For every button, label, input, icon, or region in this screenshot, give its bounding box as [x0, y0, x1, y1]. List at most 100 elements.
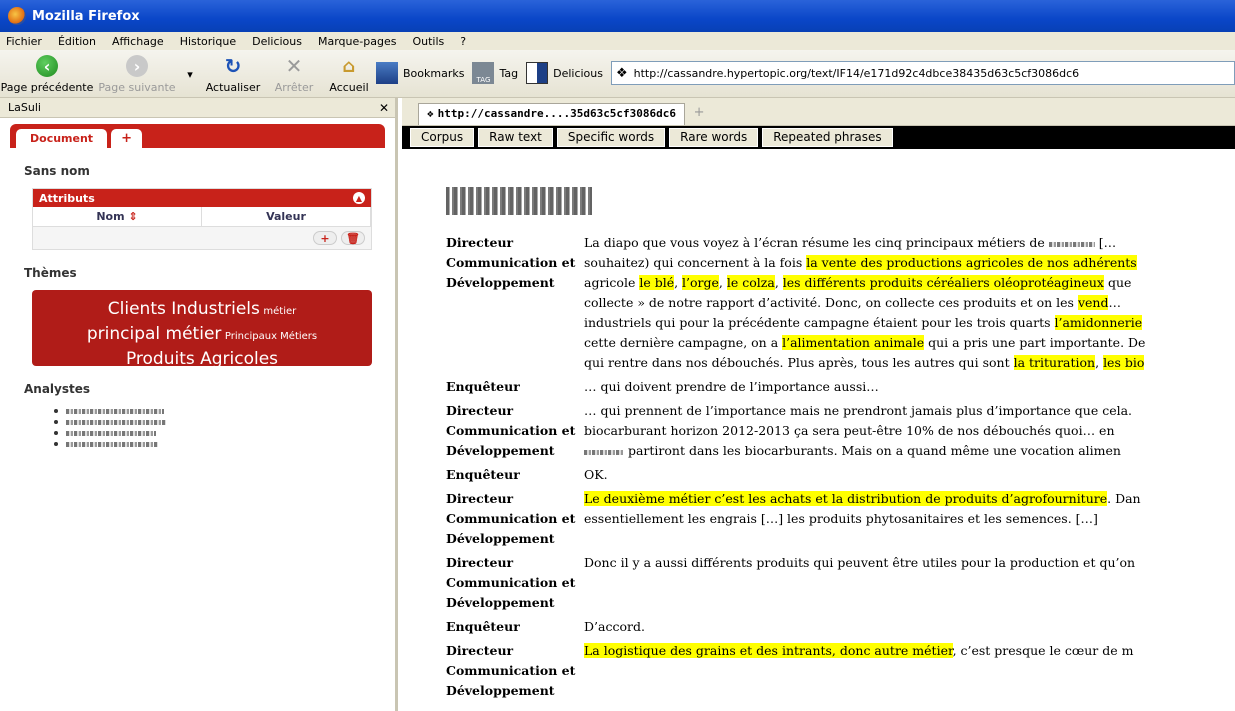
attributes-panel: Attributs ▲ Nom ⇕ Valeur + 🗑 — [32, 188, 372, 250]
reload-button[interactable]: ↻ Actualiser — [200, 50, 266, 98]
browser-tab[interactable]: ❖ http://cassandre....35d63c5cf3086dc6 — [418, 103, 686, 125]
highlight[interactable]: la vente des productions agricoles de no… — [806, 255, 1137, 270]
menu-historique[interactable]: Historique — [180, 35, 236, 48]
table-row: Directeur Communication et Développement… — [446, 639, 1234, 703]
tag-icon: TAG — [472, 62, 495, 84]
sidebar: LaSuli ✕ Document + Sans nom Attributs ▲… — [0, 98, 398, 711]
utterance: Donc il y a aussi différents produits qu… — [584, 555, 1136, 570]
utterance: La logistique des grains et des intrants… — [584, 643, 1134, 658]
stop-icon: ✕ — [285, 54, 303, 78]
home-button[interactable]: ⌂ Accueil — [322, 50, 376, 98]
site-identity-icon: ❖ — [427, 107, 434, 120]
speaker: Directeur Communication et Développement — [446, 555, 576, 610]
sidebar-body: Sans nom Attributs ▲ Nom ⇕ Valeur + 🗑 Th… — [10, 148, 385, 462]
menu-bar: Fichier Édition Affichage Historique Del… — [0, 32, 1235, 50]
rare-words-button[interactable]: Rare words — [669, 128, 759, 147]
speaker: Directeur Communication et Développement — [446, 491, 576, 546]
raw-text-button[interactable]: Raw text — [478, 128, 553, 147]
analysts-heading: Analystes — [24, 382, 91, 396]
new-tab-button[interactable]: + — [687, 105, 711, 125]
highlight[interactable]: l’amidonnerie — [1054, 315, 1143, 330]
menu-edition[interactable]: Édition — [58, 35, 96, 48]
tag-produits-agricoles[interactable]: Produits Agricoles — [126, 349, 278, 369]
reload-label: Actualiser — [205, 81, 261, 94]
highlight[interactable]: la trituration — [1013, 355, 1096, 370]
attributes-actions: + 🗑 — [33, 227, 371, 249]
repeated-phrases-button[interactable]: Repeated phrases — [762, 128, 893, 147]
highlight[interactable]: vend — [1077, 295, 1109, 310]
speaker: Enquêteur — [446, 619, 520, 634]
sidebar-header: LaSuli ✕ — [0, 98, 395, 118]
highlight[interactable]: les différents produits céréaliers oléop… — [782, 275, 1104, 290]
list-item[interactable] — [54, 439, 371, 449]
speaker: Enquêteur — [446, 467, 520, 482]
column-nom[interactable]: Nom ⇕ — [33, 207, 202, 226]
list-item[interactable] — [54, 406, 371, 416]
tag-principal-metier[interactable]: principal métier — [87, 324, 222, 344]
highlight[interactable]: Le deuxième métier c’est les achats et l… — [584, 491, 1108, 506]
url-input[interactable]: ❖ http://cassandre.hypertopic.org/text/I… — [610, 61, 1235, 85]
highlight[interactable]: le blé — [639, 275, 675, 290]
tab-strip: ❖ http://cassandre....35d63c5cf3086dc6 + — [402, 98, 1235, 126]
add-attribute-button[interactable]: + — [313, 231, 337, 245]
tag-cloud: Clients Industriels métier principal mét… — [32, 290, 372, 369]
delete-attribute-button[interactable]: 🗑 — [341, 231, 365, 245]
list-item[interactable] — [54, 417, 371, 427]
sidebar-title: LaSuli — [8, 101, 41, 114]
utterance: La diapo que vous voyez à l’écran résume… — [584, 235, 1146, 370]
attributes-title: Attributs — [39, 191, 95, 205]
menu-affichage[interactable]: Affichage — [112, 35, 164, 48]
corpus-button[interactable]: Corpus — [410, 128, 475, 147]
sidebar-close-icon[interactable]: ✕ — [379, 101, 389, 115]
highlight[interactable]: l’alimentation animale — [782, 335, 925, 350]
transcript-table: Directeur Communication et Développement… — [446, 231, 1234, 703]
list-item[interactable] — [54, 428, 371, 438]
themes-heading: Thèmes — [24, 266, 77, 280]
back-arrow-icon: ‹ — [36, 55, 58, 77]
back-label: Page précédente — [0, 81, 94, 94]
bookmarks-button[interactable]: Bookmarks — [376, 62, 464, 84]
window-titlebar: Mozilla Firefox — [0, 0, 1235, 32]
column-valeur[interactable]: Valeur — [202, 207, 371, 226]
navigation-toolbar: ‹ Page précédente › Page suivante ▾ ↻ Ac… — [0, 50, 1235, 98]
table-row: Directeur Communication et Développement… — [446, 487, 1234, 551]
tag-metier[interactable]: métier — [263, 306, 296, 317]
tag-button[interactable]: TAG Tag — [472, 62, 518, 84]
home-label: Accueil — [329, 81, 369, 94]
back-button[interactable]: ‹ Page précédente — [0, 50, 94, 98]
specific-words-button[interactable]: Specific words — [556, 128, 666, 147]
tag-principaux-metiers[interactable]: Principaux Métiers — [225, 331, 317, 342]
browser-content: ❖ http://cassandre....35d63c5cf3086dc6 +… — [402, 98, 1235, 711]
highlight[interactable]: l’orge — [682, 275, 719, 290]
tab-add[interactable]: + — [111, 129, 142, 148]
bookmarks-icon — [376, 62, 398, 84]
stop-button[interactable]: ✕ Arrêter — [266, 50, 322, 98]
utterance: D’accord. — [584, 619, 645, 634]
highlight[interactable]: le colza — [726, 275, 775, 290]
tab-document[interactable]: Document — [16, 129, 108, 148]
delicious-icon — [526, 62, 549, 84]
history-dropdown[interactable]: ▾ — [180, 50, 200, 98]
speaker: Directeur Communication et Développement — [446, 235, 576, 290]
table-row: Directeur Communication et Développement… — [446, 399, 1234, 463]
menu-outils[interactable]: Outils — [412, 35, 444, 48]
utterance: Le deuxième métier c’est les achats et l… — [584, 491, 1141, 526]
highlight[interactable]: les bio — [1103, 355, 1145, 370]
bookmarks-label: Bookmarks — [403, 66, 465, 80]
menu-fichier[interactable]: Fichier — [6, 35, 42, 48]
menu-delicious[interactable]: Delicious — [252, 35, 302, 48]
stop-label: Arrêter — [274, 81, 314, 94]
forward-label: Page suivante — [98, 81, 176, 94]
forward-arrow-icon: › — [126, 55, 148, 77]
highlight[interactable]: La logistique des grains et des intrants… — [584, 643, 953, 658]
tag-clients-industriels[interactable]: Clients Industriels — [108, 299, 260, 319]
forward-button[interactable]: › Page suivante — [94, 50, 180, 98]
redacted-text — [1048, 242, 1095, 247]
table-row: Directeur Communication et Développement… — [446, 231, 1234, 375]
menu-marque-pages[interactable]: Marque-pages — [318, 35, 396, 48]
menu-help[interactable]: ? — [460, 35, 466, 48]
view-toolbar: Corpus Raw text Specific words Rare word… — [402, 126, 1235, 149]
collapse-icon[interactable]: ▲ — [353, 192, 365, 204]
delicious-button[interactable]: Delicious — [526, 62, 603, 84]
document-name: Sans nom — [24, 164, 90, 178]
